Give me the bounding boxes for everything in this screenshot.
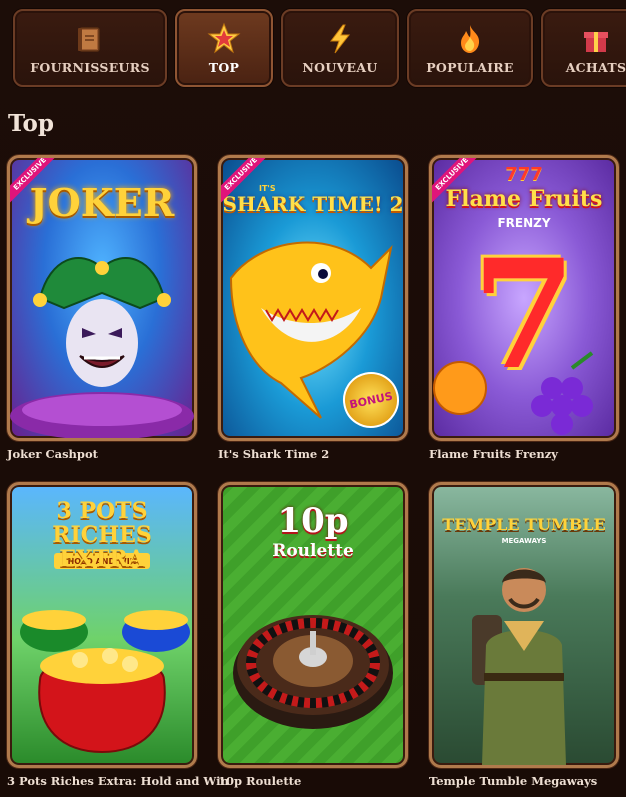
bonus-label: BONUS [348, 389, 394, 411]
pots-illustration [20, 610, 190, 754]
art-title: 10p [277, 501, 349, 541]
game-title[interactable]: Joker Cashpot [7, 447, 197, 461]
tab-label: POPULAIRE [426, 59, 514, 75]
game-thumbnail[interactable]: EXCLUSIVE JOKER [7, 155, 197, 441]
tab-achats[interactable]: ACHATS [541, 9, 626, 87]
art-sub: MEGAWAYS [501, 537, 547, 545]
game-thumbnail[interactable]: 3 POTS RICHES EXTRA HOLD AND WIN [7, 482, 197, 768]
roulette-wheel-illustration [233, 615, 393, 729]
game-card-flame-fruits-frenzy[interactable]: EXCLUSIVE 777 Flame Fruits FRENZY 7 Flam… [429, 155, 619, 461]
tab-label: NOUVEAU [302, 59, 378, 75]
game-card-joker-cashpot[interactable]: EXCLUSIVE JOKER Joker Cashpot [7, 155, 197, 461]
tab-label: ACHATS [565, 59, 626, 75]
game-card-10p-roulette[interactable]: 10p Roulette 10p Roulette [218, 482, 408, 788]
game-title[interactable]: 10p Roulette [218, 774, 408, 788]
tab-label: TOP [208, 59, 240, 75]
joker-illustration [10, 257, 194, 438]
art-title: TEMPLE TUMBLE [442, 515, 606, 534]
star-icon [207, 22, 241, 56]
game-title[interactable]: Flame Fruits Frenzy [429, 447, 619, 461]
tab-label: FOURNISSEURS [30, 59, 150, 75]
tab-top[interactable]: TOP [175, 9, 273, 87]
section-title: Top [8, 110, 54, 137]
game-thumbnail[interactable]: EXCLUSIVE 777 Flame Fruits FRENZY 7 [429, 155, 619, 441]
game-title[interactable]: 3 Pots Riches Extra: Hold and Win [7, 774, 229, 788]
art-number: 7 [471, 227, 577, 403]
tab-fournisseurs[interactable]: FOURNISSEURS [13, 9, 167, 87]
game-card-shark-time-2[interactable]: EXCLUSIVE IT'S SHARK TIME! 2 BONUS It's … [218, 155, 408, 461]
tab-populaire[interactable]: POPULAIRE [407, 9, 533, 87]
game-thumbnail[interactable]: TEMPLE TUMBLE MEGAWAYS [429, 482, 619, 768]
explorer-illustration [472, 568, 566, 765]
lightning-icon [323, 22, 357, 56]
game-title[interactable]: It's Shark Time 2 [218, 447, 408, 461]
art-title: 3 POTS RICHES EXTRA [52, 498, 152, 572]
category-tabs: FOURNISSEURS TOP NOUVEAU POPULAIRE ACHAT… [13, 9, 626, 87]
flame-icon [453, 22, 487, 56]
game-card-3-pots-riches-extra[interactable]: 3 POTS RICHES EXTRA HOLD AND WIN 3 Pots … [7, 482, 229, 788]
game-thumbnail[interactable]: 10p Roulette [218, 482, 408, 768]
art-title: JOKER [29, 180, 175, 225]
art-title: Flame Fruits [445, 186, 603, 212]
book-icon [73, 22, 107, 56]
page: FOURNISSEURS TOP NOUVEAU POPULAIRE ACHAT… [0, 0, 626, 797]
game-title[interactable]: Temple Tumble Megaways [429, 774, 619, 788]
tab-nouveau[interactable]: NOUVEAU [281, 9, 399, 87]
art-title: SHARK TIME! 2 [222, 192, 404, 216]
game-card-temple-tumble-megaways[interactable]: TEMPLE TUMBLE MEGAWAYS Temple Tumble Meg… [429, 482, 619, 788]
game-thumbnail[interactable]: EXCLUSIVE IT'S SHARK TIME! 2 BONUS [218, 155, 408, 441]
art-sub: Roulette [272, 541, 354, 561]
gift-icon [579, 22, 613, 56]
